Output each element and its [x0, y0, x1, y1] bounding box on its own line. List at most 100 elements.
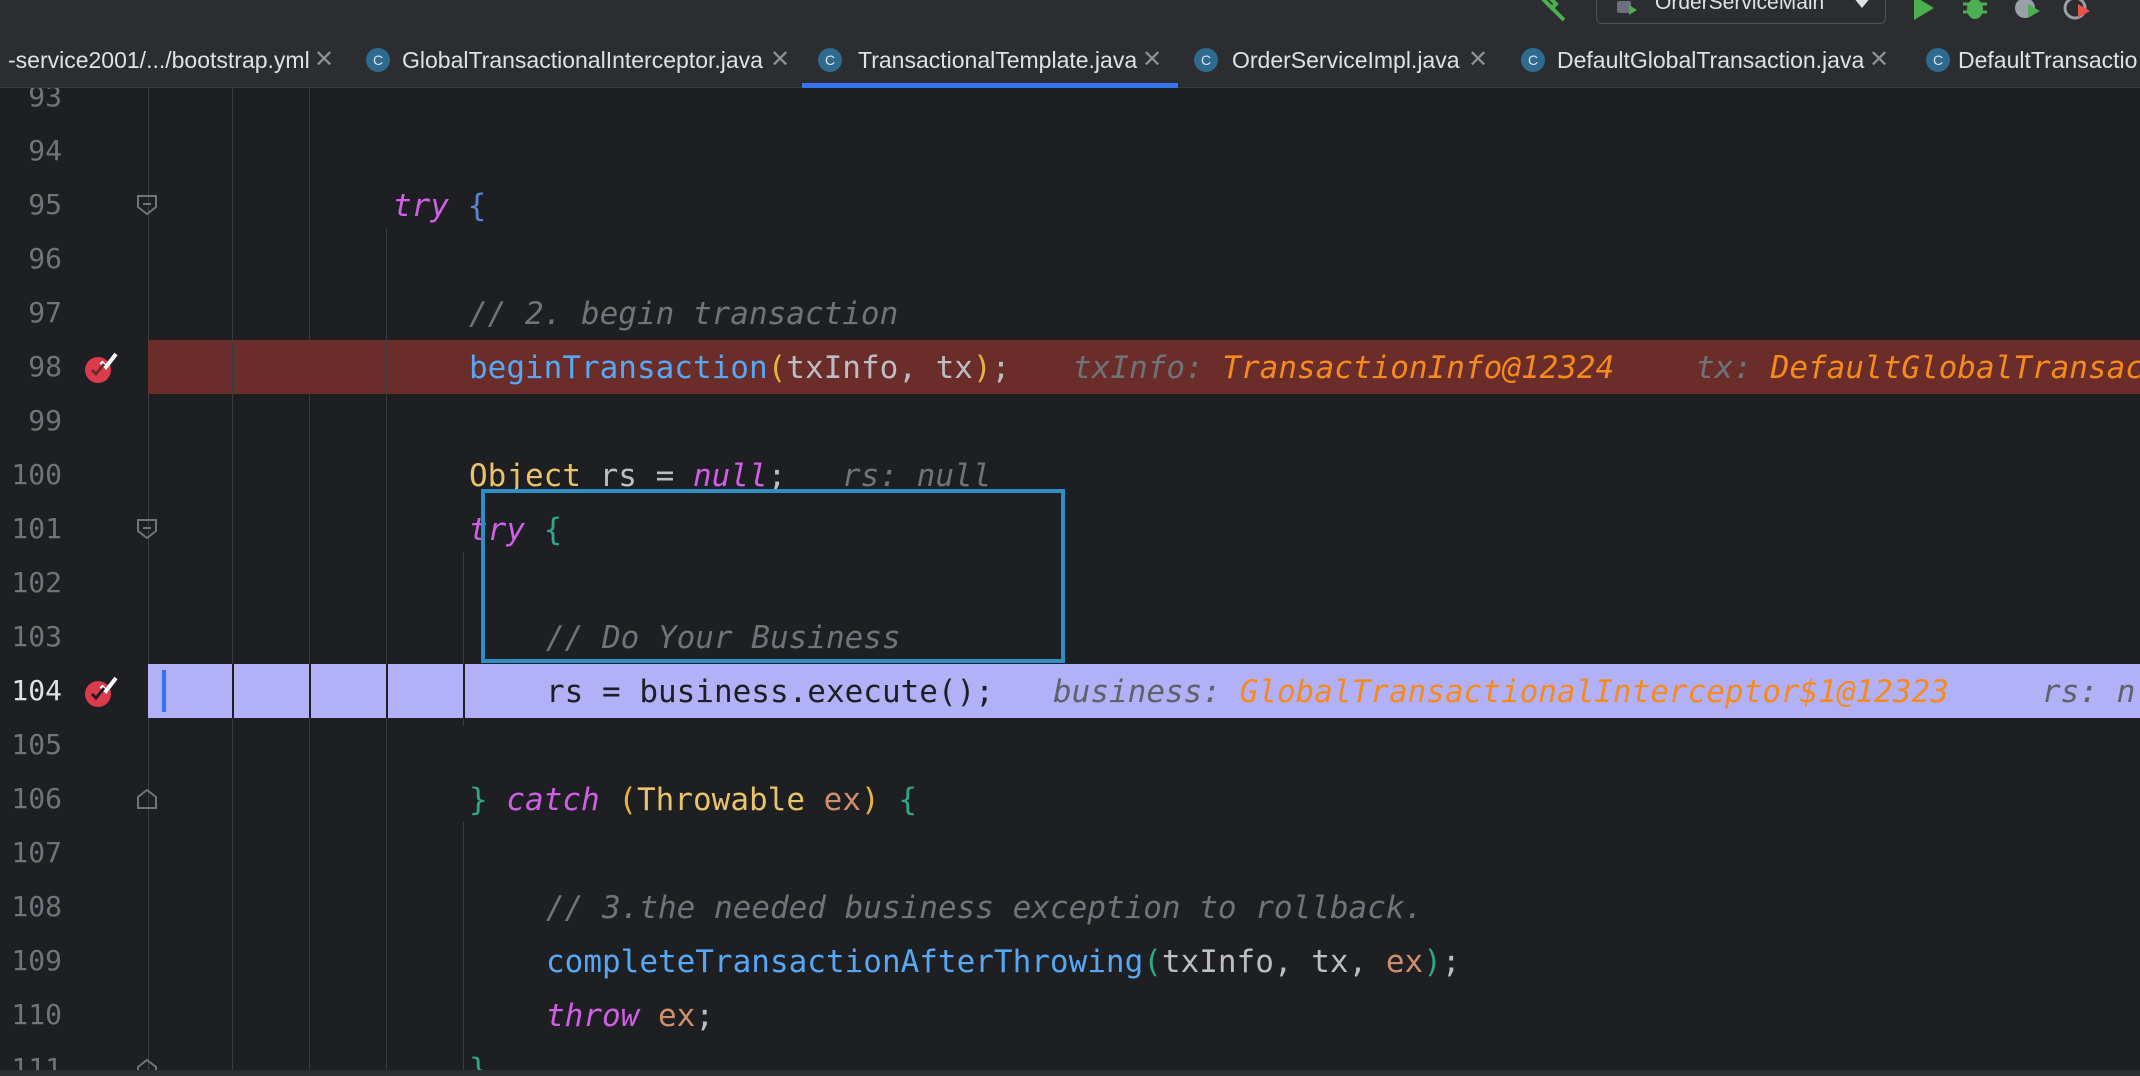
indent-guide — [463, 664, 465, 718]
focus-highlight-box — [481, 489, 1065, 663]
code-line-94: 94 — [0, 124, 2140, 178]
run-config-label: OrderServiceMain — [1655, 0, 1825, 14]
editor-bottom-border — [0, 1070, 2140, 1076]
indent-guide — [232, 664, 234, 718]
line-number: 109 — [11, 944, 62, 977]
tab-order-service-impl[interactable]: C OrderServiceImpl.java ✕ — [1180, 32, 1500, 88]
code-line-103: 103 // Do Your Business — [0, 610, 2140, 664]
tab-transactional-template[interactable]: C TransactionalTemplate.java ✕ — [802, 32, 1178, 88]
svg-text:C: C — [1201, 52, 1211, 68]
run-config-icon — [1617, 1, 1637, 15]
line-number: 110 — [11, 998, 62, 1031]
line-number: 95 — [28, 188, 62, 221]
chevron-down-icon — [1853, 0, 1871, 8]
line-number: 102 — [11, 566, 62, 599]
breakpoint-check-icon[interactable] — [84, 674, 118, 708]
inline-debug-value[interactable]: business: GlobalTransactionalInterceptor… — [1053, 674, 1949, 710]
code-line-96: 96 — [0, 232, 2140, 286]
main-toolbar: OrderServiceMain — [0, 0, 2140, 32]
tab-global-transactional-interceptor[interactable]: C GlobalTransactionalInterceptor.java ✕ — [350, 32, 800, 88]
code-comment: // 3.the needed business exception to ro… — [546, 890, 1424, 926]
run-icon[interactable] — [1908, 0, 1938, 24]
run-with-coverage-icon[interactable] — [2062, 0, 2092, 24]
code-text: try { — [393, 188, 487, 224]
close-icon[interactable]: ✕ — [1468, 45, 1488, 74]
line-number: 93 — [28, 88, 62, 113]
close-icon[interactable]: ✕ — [770, 45, 790, 74]
code-line-108: 108 // 3.the needed business exception t… — [0, 880, 2140, 934]
indent-guide — [386, 664, 388, 718]
fold-marker-icon[interactable] — [136, 195, 158, 215]
profile-icon[interactable] — [2012, 0, 2042, 24]
svg-text:C: C — [373, 52, 383, 68]
code-line-107: 107 — [0, 826, 2140, 880]
editor-tab-bar: -service2001/.../bootstrap.yml ✕ C Globa… — [0, 32, 2140, 88]
code-line-95: 95 try { — [0, 178, 2140, 232]
svg-text:C: C — [825, 52, 835, 68]
run-configuration-selector[interactable]: OrderServiceMain — [1596, 0, 1886, 24]
line-number: 104 — [11, 674, 62, 707]
indent-guide — [309, 664, 311, 718]
class-icon: C — [1521, 48, 1545, 72]
indent-guide — [386, 340, 387, 394]
line-number: 101 — [11, 512, 62, 545]
tab-label: OrderServiceImpl.java — [1232, 47, 1460, 73]
tab-label: DefaultGlobalTransaction.java — [1557, 47, 1865, 73]
line-number: 106 — [11, 782, 62, 815]
inline-debug-value[interactable]: rs: n — [2042, 674, 2135, 710]
class-icon: C — [818, 48, 842, 72]
line-number: 107 — [11, 836, 62, 869]
text-caret — [162, 670, 166, 712]
code-text: completeTransactionAfterThrowing(txInfo,… — [546, 944, 1461, 980]
code-text: rs = business.execute(); — [546, 674, 994, 710]
code-line-109: 109 completeTransactionAfterThrowing(txI… — [0, 934, 2140, 988]
code-editor[interactable]: 93 94 95 try { 96 97 // 2. begin transac… — [0, 88, 2140, 1076]
code-line-102: 102 — [0, 556, 2140, 610]
line-number: 98 — [28, 350, 62, 383]
tab-bootstrap-yml[interactable]: -service2001/.../bootstrap.yml ✕ — [0, 32, 345, 88]
code-line-101: 101 try { — [0, 502, 2140, 556]
tab-label: GlobalTransactionalInterceptor.java — [402, 47, 763, 73]
code-line-104-current-execution: 104 rs = business.execute(); business: G… — [0, 664, 2140, 718]
line-number: 100 — [11, 458, 62, 491]
tab-default-global-transaction[interactable]: C DefaultGlobalTransaction.java ✕ — [1505, 32, 1917, 88]
close-icon[interactable]: ✕ — [314, 45, 334, 74]
line-number: 103 — [11, 620, 62, 653]
code-line-93: 93 — [0, 88, 2140, 124]
tab-label: -service2001/.../bootstrap.yml — [8, 47, 310, 73]
line-number: 99 — [28, 404, 62, 437]
line-number: 105 — [11, 728, 62, 761]
indent-guide — [232, 340, 233, 394]
code-line-110: 110 throw ex; — [0, 988, 2140, 1042]
fold-marker-icon[interactable] — [136, 519, 158, 539]
fold-end-marker-icon[interactable] — [136, 789, 158, 809]
indent-guide — [309, 340, 310, 394]
line-number: 108 — [11, 890, 62, 923]
tab-label: DefaultTransactio — [1958, 47, 2138, 73]
build-hammer-icon[interactable] — [1538, 0, 1568, 24]
tab-label: TransactionalTemplate.java — [858, 47, 1138, 73]
code-line-98-breakpoint: 98 beginTransaction(txInfo, tx); txInfo:… — [0, 340, 2140, 394]
code-text: } catch (Throwable ex) { — [469, 782, 918, 818]
line-number: 96 — [28, 242, 62, 275]
line-number: 94 — [28, 134, 62, 167]
class-icon: C — [366, 48, 390, 72]
code-line-106: 106 } catch (Throwable ex) { — [0, 772, 2140, 826]
svg-text:C: C — [1528, 52, 1538, 68]
class-icon: C — [1926, 48, 1950, 72]
close-icon[interactable]: ✕ — [1142, 45, 1162, 74]
inline-debug-value[interactable]: txInfo: TransactionInfo@12324 — [1073, 350, 1614, 386]
code-text: throw ex; — [546, 998, 714, 1034]
code-text: beginTransaction(txInfo, tx); — [469, 350, 1011, 386]
code-line-105: 105 — [0, 718, 2140, 772]
debug-icon[interactable] — [1960, 0, 1990, 24]
code-line-100: 100 Object rs = null; rs: null — [0, 448, 2140, 502]
breakpoint-check-icon[interactable] — [84, 350, 118, 384]
inline-debug-value[interactable]: tx: DefaultGlobalTransac — [1696, 350, 2140, 386]
close-icon[interactable]: ✕ — [1869, 45, 1889, 74]
svg-text:C: C — [1933, 52, 1943, 68]
code-line-99: 99 — [0, 394, 2140, 448]
line-number: 97 — [28, 296, 62, 329]
code-line-97: 97 // 2. begin transaction — [0, 286, 2140, 340]
tab-default-transaction-overflow[interactable]: C DefaultTransactio — [1910, 32, 2140, 88]
